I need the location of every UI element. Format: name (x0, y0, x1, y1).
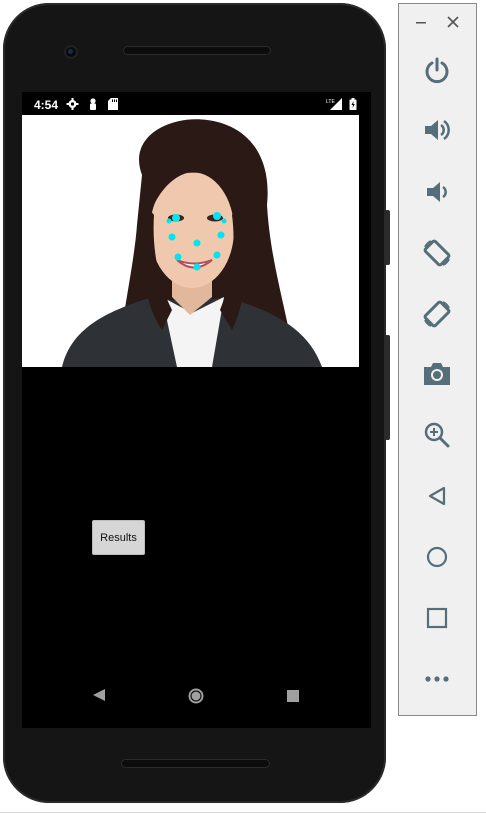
power-icon[interactable] (417, 50, 457, 90)
close-icon[interactable] (445, 14, 461, 30)
svg-text:LTE: LTE (326, 99, 335, 105)
rotate-left-icon[interactable] (417, 233, 457, 273)
more-icon[interactable] (417, 659, 457, 699)
front-camera (64, 45, 78, 59)
overview-icon[interactable] (417, 598, 457, 638)
power-hardware-button (385, 210, 390, 265)
phone-screen: 4:54 LTE Results (22, 92, 371, 728)
status-bar: 4:54 LTE (22, 92, 371, 116)
gear-icon (66, 98, 79, 110)
results-button[interactable]: Results (92, 520, 145, 555)
earpiece-speaker (123, 46, 271, 55)
zoom-icon[interactable] (417, 415, 457, 455)
back-icon[interactable] (417, 476, 457, 516)
camera-icon[interactable] (417, 354, 457, 394)
emulator-toolbar (398, 3, 477, 716)
landmark-mouth-left (174, 253, 182, 261)
recents-icon[interactable] (287, 690, 299, 702)
landmark-nose-base (193, 239, 201, 247)
landmark-right-eye (213, 212, 221, 220)
landmark-left-ear-tip (166, 218, 172, 224)
landmark-left-eye (172, 214, 180, 222)
home-icon[interactable] (188, 688, 204, 704)
person-icon (90, 98, 96, 110)
rotate-right-icon[interactable] (417, 294, 457, 334)
bottom-speaker (121, 759, 270, 768)
landmark-right-cheek (217, 231, 225, 239)
volume-up-icon[interactable] (417, 110, 457, 150)
minimize-icon[interactable] (413, 14, 429, 30)
battery-icon (349, 98, 357, 110)
landmark-left-cheek (168, 233, 176, 241)
status-time: 4:54 (34, 98, 59, 112)
back-icon[interactable] (92, 688, 106, 702)
landmark-mouth-bottom (193, 263, 201, 271)
volume-down-icon[interactable] (417, 172, 457, 212)
face-photo (22, 115, 359, 367)
volume-hardware-button (385, 335, 390, 440)
home-icon[interactable] (417, 537, 457, 577)
phone-frame: 4:54 LTE Results (3, 3, 386, 803)
lte-signal-icon: LTE (326, 98, 342, 110)
landmark-mouth-right (213, 251, 221, 259)
landmark-right-ear-tip (221, 218, 227, 224)
sd-card-icon (108, 98, 118, 110)
